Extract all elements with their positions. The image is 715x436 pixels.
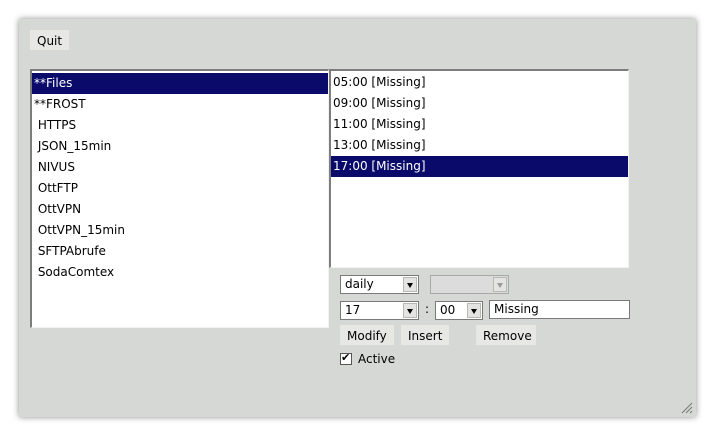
- group-list-item[interactable]: OttFTP: [32, 178, 328, 199]
- group-list-item[interactable]: SodaComtex: [32, 262, 328, 283]
- description-input[interactable]: Missing: [489, 300, 630, 319]
- group-list-item[interactable]: OttVPN_15min: [32, 220, 328, 241]
- group-list-item[interactable]: **Files: [32, 73, 328, 94]
- resize-grip-icon[interactable]: [681, 402, 693, 414]
- minute-value: 00: [440, 303, 456, 317]
- group-list-item[interactable]: HTTPS: [32, 115, 328, 136]
- group-list-item[interactable]: NIVUS: [32, 157, 328, 178]
- chevron-down-icon: [493, 277, 507, 292]
- minute-select[interactable]: 00: [435, 301, 483, 320]
- chevron-down-icon[interactable]: [467, 303, 481, 318]
- check-icon: ✔: [341, 351, 351, 364]
- frequency-value: daily: [345, 277, 374, 291]
- schedule-list-item[interactable]: 05:00 [Missing]: [331, 72, 628, 93]
- main-window: Quit **Files **FROST HTTPS JSON_15min NIV…: [19, 19, 696, 417]
- group-list-item[interactable]: OttVPN: [32, 199, 328, 220]
- hour-select[interactable]: 17: [340, 301, 419, 320]
- hour-value: 17: [345, 303, 361, 317]
- quit-button[interactable]: Quit: [29, 29, 71, 51]
- active-checkbox[interactable]: ✔: [340, 351, 352, 365]
- chevron-down-icon[interactable]: [403, 277, 417, 292]
- active-label: Active: [358, 352, 396, 366]
- schedule-list-item[interactable]: 17:00 [Missing]: [331, 156, 628, 177]
- schedule-list[interactable]: 05:00 [Missing] 09:00 [Missing] 11:00 [Mis…: [329, 69, 629, 268]
- chevron-down-icon[interactable]: [403, 303, 417, 318]
- group-list-item[interactable]: JSON_15min: [32, 136, 328, 157]
- insert-button[interactable]: Insert: [400, 324, 451, 346]
- group-list[interactable]: **Files **FROST HTTPS JSON_15min NIVUS Ot…: [30, 69, 329, 328]
- schedule-list-item[interactable]: 09:00 [Missing]: [331, 93, 628, 114]
- frequency-select[interactable]: daily: [340, 275, 419, 294]
- time-separator: :: [425, 302, 430, 316]
- schedule-list-item[interactable]: 13:00 [Missing]: [331, 135, 628, 156]
- remove-button[interactable]: Remove: [475, 324, 537, 346]
- group-list-item[interactable]: SFTPAbrufe: [32, 241, 328, 262]
- modify-button[interactable]: Modify: [339, 324, 395, 346]
- schedule-list-item[interactable]: 11:00 [Missing]: [331, 114, 628, 135]
- day-select: [430, 275, 509, 294]
- group-list-item[interactable]: **FROST: [32, 94, 328, 115]
